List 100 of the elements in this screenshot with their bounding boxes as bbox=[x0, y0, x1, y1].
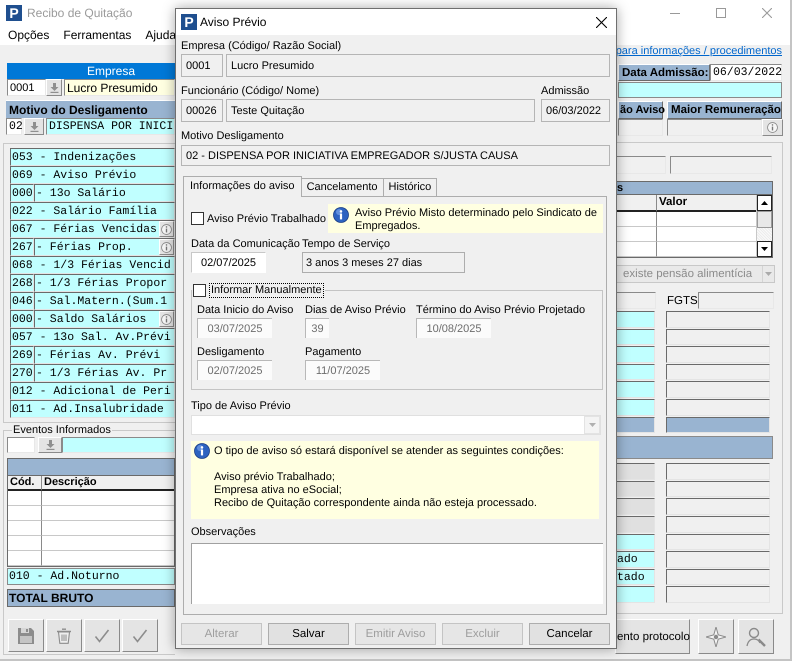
info-icon bbox=[161, 224, 172, 234]
date-field[interactable]: 02/07/2025 bbox=[191, 252, 266, 273]
info-button[interactable] bbox=[159, 239, 174, 255]
menu-item[interactable]: Ajuda bbox=[139, 27, 182, 44]
scroll-up-button[interactable] bbox=[757, 195, 772, 211]
group-legend: Eventos Informados bbox=[12, 424, 112, 436]
scroll-down-button[interactable] bbox=[757, 241, 772, 257]
condition-item: Empresa ativa no eSocial; bbox=[214, 484, 343, 497]
close-icon bbox=[596, 16, 606, 28]
event-cell[interactable]: 022 - Salário Família bbox=[10, 202, 175, 220]
text-field[interactable] bbox=[615, 292, 656, 309]
event-code-field[interactable] bbox=[7, 437, 35, 453]
company-name-field[interactable]: Lucro Presumido bbox=[226, 54, 610, 77]
event-label: 069 - Aviso Prévio bbox=[12, 168, 136, 182]
menu-item[interactable]: Opções bbox=[2, 27, 56, 44]
event-label: 057 - 13o Sal. Av.Prévi bbox=[12, 330, 171, 344]
checkbox-label[interactable]: Aviso Prévio Trabalhado bbox=[207, 212, 326, 224]
event-cell[interactable]: - 13o Salário bbox=[34, 184, 175, 202]
service-time-field[interactable]: 3 anos 3 meses 27 dias bbox=[302, 252, 465, 273]
info-icon bbox=[333, 207, 349, 223]
event-cell[interactable]: - Saldo Salários bbox=[34, 310, 175, 328]
event-cell[interactable]: - Férias Av. Prévi bbox=[34, 346, 175, 364]
event-code-cell[interactable]: 000 bbox=[10, 184, 34, 202]
close-icon bbox=[762, 8, 772, 18]
lookup-button[interactable] bbox=[46, 79, 62, 96]
event-cell[interactable]: 011 - Ad.Insalubridade bbox=[10, 400, 175, 418]
person-search-icon bbox=[746, 626, 766, 646]
trash-can-icon bbox=[56, 628, 72, 644]
event-cell[interactable]: 057 - 13o Sal. Av.Prévi bbox=[10, 328, 175, 346]
download-arrow-icon bbox=[30, 122, 38, 132]
info-button[interactable] bbox=[159, 221, 174, 237]
value-cell: tado bbox=[615, 568, 656, 586]
event-label: - 1/3 Férias Av. Pr bbox=[36, 366, 168, 380]
event-cell[interactable]: 012 - Adicional de Peri bbox=[10, 382, 175, 400]
event-cell[interactable]: - Sal.Matern.(Sum.1 bbox=[34, 292, 175, 310]
protocol-button[interactable]: ento protocolo bbox=[615, 619, 690, 654]
event-cell[interactable]: 068 - 1/3 Férias Vencid bbox=[10, 256, 175, 274]
scrollbar[interactable] bbox=[756, 195, 772, 257]
reason-code-field[interactable]: 02 bbox=[6, 118, 22, 135]
section-header: Motivo do Desligamento bbox=[6, 100, 175, 118]
table-cell bbox=[8, 551, 42, 566]
info-icon bbox=[194, 443, 210, 459]
event-cell[interactable]: - Férias Prop. bbox=[34, 238, 175, 256]
checkbox[interactable] bbox=[191, 212, 204, 225]
tab[interactable]: Informações do aviso bbox=[183, 176, 302, 197]
reason-field[interactable]: DISPENSA POR INICI bbox=[46, 118, 175, 135]
fgts-field[interactable] bbox=[698, 292, 774, 309]
text-field[interactable] bbox=[670, 156, 772, 174]
event-field[interactable]: 010 - Ad.Noturno bbox=[7, 568, 175, 585]
event-cell[interactable]: - 1/3 Férias Av. Pr bbox=[34, 364, 175, 382]
event-code-cell[interactable]: 267 bbox=[10, 238, 34, 256]
search-button[interactable] bbox=[738, 619, 774, 654]
checkbox[interactable] bbox=[193, 284, 206, 297]
company-code-field[interactable]: 0001 bbox=[181, 54, 223, 77]
lookup-button[interactable] bbox=[38, 437, 62, 453]
event-code-cell[interactable]: 270 bbox=[10, 364, 34, 382]
field-label: Observações bbox=[191, 526, 257, 539]
event-code-cell[interactable]: 269 bbox=[10, 346, 34, 364]
company-code-field[interactable]: 0001 bbox=[7, 79, 46, 96]
total-label: TOTAL BRUTO bbox=[7, 589, 175, 607]
employee-code-field[interactable]: 00026 bbox=[181, 99, 223, 122]
info-icon bbox=[161, 314, 172, 324]
scroll-thumb[interactable] bbox=[757, 211, 772, 228]
note-text: Aviso Prévio Misto determinado pelo Sindicato de Empregados. bbox=[355, 207, 598, 233]
info-button[interactable] bbox=[159, 311, 174, 327]
dialog-button[interactable]: Salvar bbox=[268, 623, 349, 645]
reason-field[interactable]: 02 - DISPENSA POR INICIATIVA EMPREGADOR S/JUSTA CAUSA bbox=[181, 145, 610, 166]
text-field[interactable] bbox=[615, 156, 666, 174]
salary-field[interactable] bbox=[667, 119, 762, 136]
company-name-field[interactable]: Lucro Presumido bbox=[64, 79, 175, 96]
event-cell[interactable]: 067 - Férias Vencidas bbox=[10, 220, 175, 238]
star-button[interactable] bbox=[698, 619, 734, 654]
field-label: Admissão bbox=[541, 85, 590, 98]
event-name-field[interactable] bbox=[62, 437, 175, 453]
info-button[interactable] bbox=[762, 119, 783, 136]
table-cell bbox=[615, 212, 657, 227]
checkbox-label[interactable]: Informar Manualmente bbox=[209, 283, 324, 298]
field-header: ão Aviso bbox=[618, 101, 663, 119]
event-cell[interactable]: 053 - Indenizações bbox=[10, 148, 175, 166]
employee-name-field[interactable]: Teste Quitação bbox=[226, 99, 535, 122]
event-label: 012 - Adicional de Peri bbox=[12, 384, 171, 398]
event-cell[interactable]: 069 - Aviso Prévio bbox=[10, 166, 175, 184]
field-label: Dias de Aviso Prévio bbox=[305, 304, 407, 317]
table-cell bbox=[8, 491, 42, 506]
notice-field[interactable] bbox=[618, 119, 663, 136]
tab[interactable]: Histórico bbox=[382, 178, 438, 196]
admission-date-field[interactable]: 06/03/2022 bbox=[541, 99, 610, 122]
info-icon bbox=[161, 242, 172, 252]
event-code-cell[interactable]: 268 bbox=[10, 274, 34, 292]
event-label: 067 - Férias Vencidas bbox=[12, 222, 157, 236]
event-cell[interactable]: - 1/3 Férias Propor bbox=[34, 274, 175, 292]
notes-field[interactable] bbox=[191, 543, 603, 604]
field-label: Empresa (Código/ Razão Social) bbox=[181, 40, 342, 53]
table-cell bbox=[615, 242, 657, 257]
event-code-cell[interactable]: 046 bbox=[10, 292, 34, 310]
event-code-cell[interactable]: 000 bbox=[10, 310, 34, 328]
admission-date-field[interactable]: 06/03/2022 bbox=[710, 64, 782, 81]
menu-item[interactable]: Ferramentas bbox=[57, 27, 138, 44]
lookup-button[interactable] bbox=[24, 118, 44, 135]
dialog-button[interactable]: Cancelar bbox=[529, 623, 610, 645]
